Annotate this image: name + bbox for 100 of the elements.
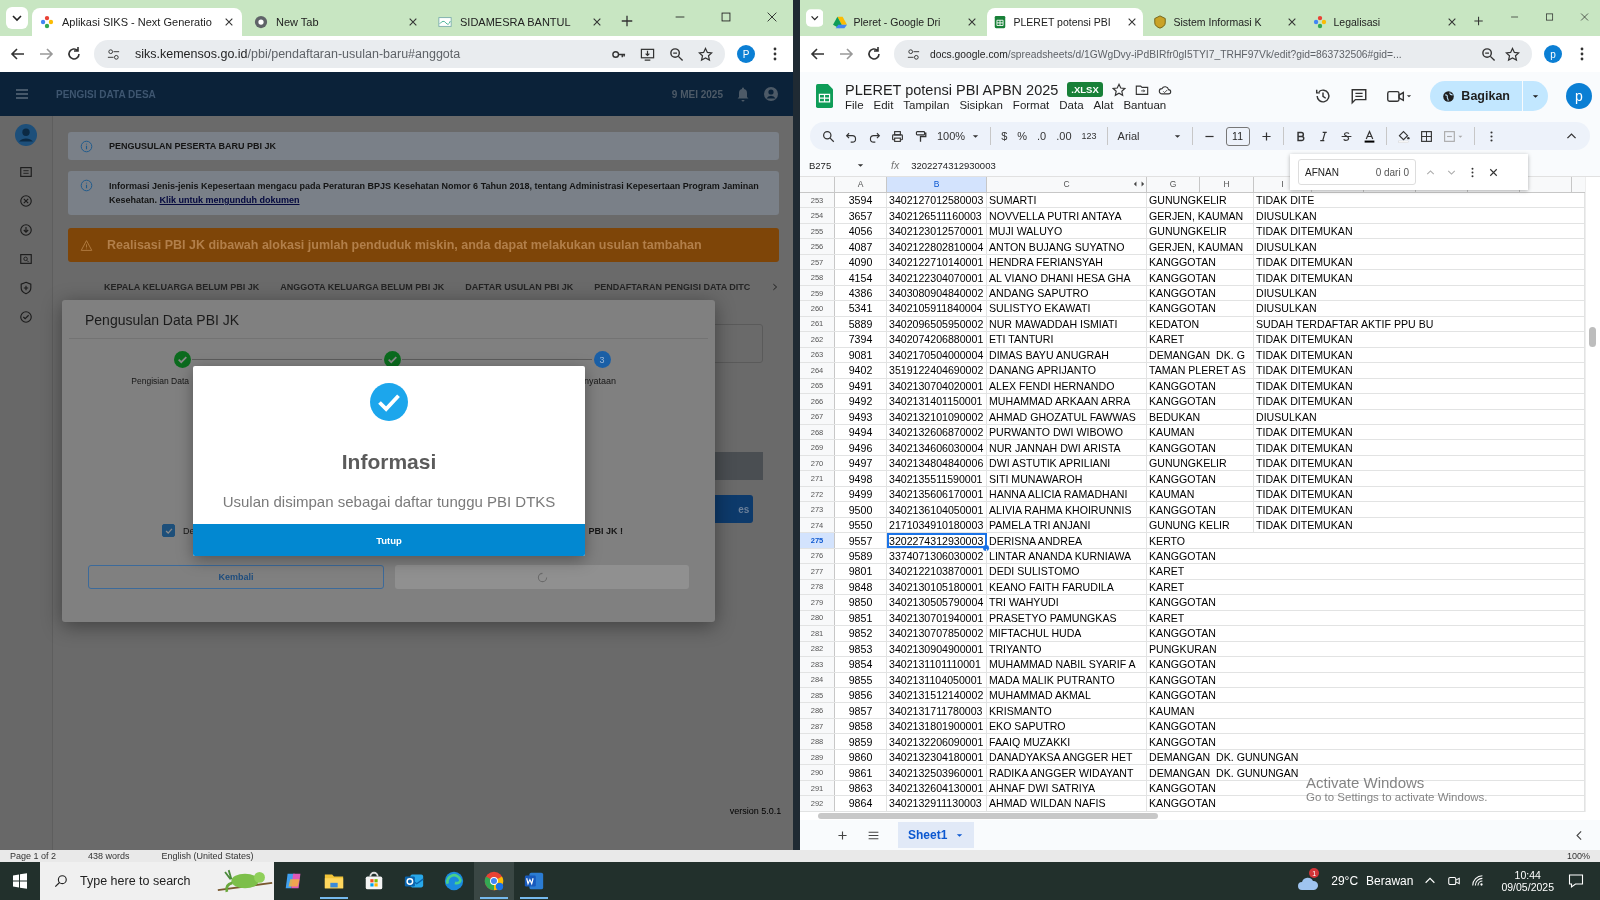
formula-field[interactable]: 3202274312930003 — [911, 159, 996, 171]
search-icon[interactable] — [822, 129, 835, 143]
cancel-icon[interactable] — [19, 194, 33, 208]
fill-color-icon[interactable] — [1396, 129, 1410, 143]
new-tab-icon[interactable] — [620, 14, 634, 28]
install-icon[interactable] — [640, 46, 655, 62]
profile-avatar[interactable]: P — [737, 45, 755, 63]
document-title[interactable]: PLERET potensi PBI APBN 2025 — [845, 81, 1059, 98]
menu-item[interactable]: Format — [1012, 98, 1050, 111]
currency-button[interactable]: $ — [1001, 130, 1008, 142]
star-icon[interactable] — [1505, 46, 1520, 62]
history-icon[interactable] — [1314, 87, 1333, 105]
menu-item[interactable]: Alat — [1093, 98, 1114, 111]
star-icon[interactable] — [698, 46, 713, 62]
menu-item[interactable]: Bantuan — [1123, 98, 1167, 111]
strikethrough-icon[interactable] — [1339, 129, 1353, 143]
close-icon[interactable] — [765, 10, 779, 24]
close-icon[interactable] — [224, 17, 234, 27]
forward-icon[interactable] — [838, 46, 854, 62]
column-header[interactable]: G — [1147, 177, 1200, 192]
close-icon[interactable] — [1447, 17, 1458, 27]
taskbar-app[interactable] — [474, 862, 514, 900]
browser-tab[interactable]: New Tab — [246, 8, 426, 36]
clock-date[interactable]: 09/05/2025 — [1501, 881, 1554, 893]
star-icon[interactable] — [1111, 82, 1126, 97]
font-size-field[interactable]: 11 — [1225, 126, 1250, 146]
menu-item[interactable]: Data — [1059, 98, 1084, 111]
column-header[interactable]: B — [887, 177, 987, 192]
list-icon[interactable] — [19, 165, 33, 179]
paint-format-icon[interactable] — [914, 129, 927, 143]
profile-avatar[interactable]: p — [1566, 83, 1592, 109]
forward-icon[interactable] — [38, 46, 54, 62]
back-icon[interactable] — [10, 46, 26, 62]
maximize-icon[interactable] — [1543, 10, 1555, 24]
zoom-select[interactable]: 100% — [937, 130, 981, 142]
folder-icon[interactable] — [1134, 82, 1149, 97]
find-field[interactable]: AFNAN 0 dari 0 — [1298, 159, 1416, 185]
clock-time[interactable]: 10:44 — [1514, 869, 1541, 881]
print-icon[interactable] — [891, 129, 904, 143]
plus-icon[interactable] — [1259, 129, 1273, 143]
download-link[interactable]: Klik untuk mengunduh dokumen — [159, 195, 300, 205]
scrollbar-thumb[interactable] — [818, 813, 1158, 819]
camera-icon[interactable] — [1447, 874, 1462, 888]
checkbox[interactable] — [162, 524, 175, 537]
spreadsheet-logo-icon[interactable] — [816, 84, 833, 108]
menu-item[interactable]: File — [845, 98, 864, 111]
menu-item[interactable]: Sisipkan — [959, 98, 1003, 111]
merge-cells-icon[interactable] — [1442, 129, 1464, 143]
close-icon[interactable] — [592, 17, 602, 27]
close-icon[interactable] — [1287, 17, 1298, 27]
menu-item[interactable]: Tampilan — [903, 98, 950, 111]
notification-icon[interactable] — [1568, 873, 1584, 889]
address-bar[interactable]: docs.google.com/spreadsheets/d/1GWgDvy-iPdBIRfr0gI5TYI7_TRHF97Vk/edit?gid=863732506#gid=... — [894, 40, 1532, 68]
site-settings-icon[interactable] — [106, 46, 121, 62]
maximize-icon[interactable] — [719, 10, 733, 24]
reload-icon[interactable] — [866, 46, 882, 62]
back-icon[interactable] — [810, 46, 826, 62]
address-bar[interactable]: siks.kemensos.go.id/pbi/pendaftaran-usulan-baru#anggota — [94, 40, 725, 68]
column-header[interactable]: H — [1200, 177, 1254, 192]
browser-tab[interactable]: Legalisasi — [1307, 8, 1464, 36]
close-icon[interactable] — [1127, 17, 1138, 27]
hidden-columns-icon[interactable] — [1133, 180, 1145, 189]
borders-icon[interactable] — [1419, 129, 1433, 143]
browser-tab[interactable]: Pleret - Google Dri — [827, 8, 984, 36]
user-avatar-icon[interactable] — [15, 124, 37, 146]
zoom-icon[interactable] — [1481, 46, 1496, 62]
weather-text[interactable]: Berawan — [1366, 874, 1414, 888]
shield-icon[interactable] — [19, 281, 33, 295]
wifi-icon[interactable] — [1471, 874, 1486, 888]
column-header[interactable]: C — [987, 177, 1147, 192]
add-sheet-icon[interactable] — [836, 828, 849, 842]
number-format-button[interactable]: 123 — [1081, 131, 1097, 141]
new-tab-icon[interactable] — [1473, 14, 1485, 28]
reload-icon[interactable] — [66, 46, 82, 62]
name-box[interactable]: B275 — [809, 159, 865, 171]
percent-button[interactable]: % — [1017, 130, 1028, 142]
close-icon[interactable] — [967, 17, 978, 27]
browser-tab[interactable]: Aplikasi SIKS - Next Generatio — [32, 8, 242, 36]
download-icon[interactable] — [19, 223, 33, 237]
close-icon[interactable] — [408, 17, 418, 27]
search-field[interactable]: Type here to search — [40, 862, 274, 900]
tab-list-icon[interactable] — [6, 7, 28, 29]
decrease-decimal-button[interactable]: .0 — [1037, 130, 1047, 142]
check-circle-icon[interactable] — [19, 310, 33, 324]
start-icon[interactable] — [12, 873, 28, 889]
temperature[interactable]: 29°C — [1331, 874, 1359, 888]
tab-list-icon[interactable] — [806, 7, 824, 29]
browser-tab[interactable]: SIDAMESRA BANTUL — [430, 8, 610, 36]
font-select[interactable]: Arial — [1117, 130, 1182, 142]
site-settings-icon[interactable] — [906, 46, 921, 62]
close-button[interactable]: Tutup — [193, 524, 585, 556]
menu-item[interactable]: Edit — [873, 98, 894, 111]
text-color-icon[interactable] — [1362, 129, 1376, 143]
increase-decimal-button[interactable]: .00 — [1056, 130, 1072, 142]
browser-tab[interactable]: Sistem Informasi K — [1147, 8, 1304, 36]
scrollbar-thumb[interactable] — [1589, 327, 1596, 347]
zoom-icon[interactable] — [669, 46, 684, 62]
share-button[interactable]: Bagikan — [1430, 81, 1548, 111]
sheet-tab[interactable]: Sheet1 — [898, 822, 975, 848]
comment-icon[interactable] — [1350, 87, 1369, 105]
